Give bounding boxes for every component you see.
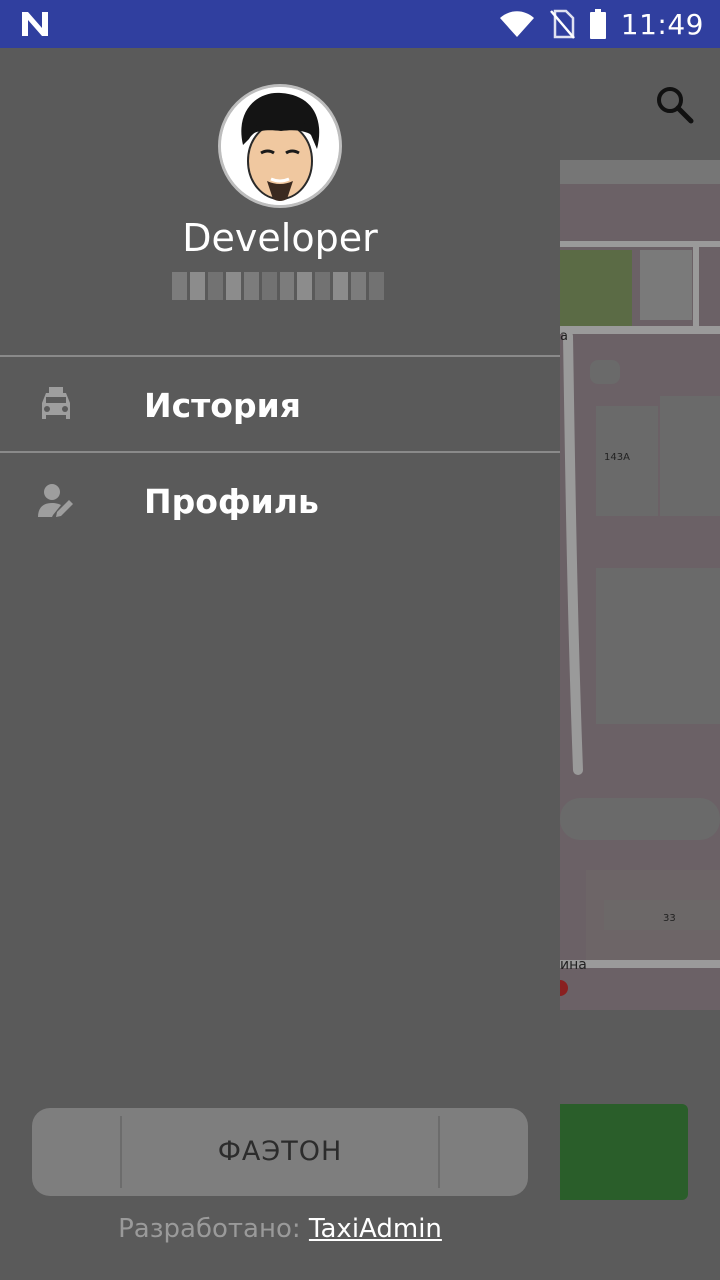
user-name: Developer (182, 216, 378, 260)
avatar[interactable] (218, 84, 342, 208)
battery-icon (589, 9, 606, 39)
search-icon[interactable] (654, 84, 694, 124)
clock: 11:49 (620, 7, 704, 41)
menu-item-history[interactable]: История (0, 358, 560, 452)
user-phone-redacted (172, 272, 385, 300)
notification-n-icon (22, 12, 48, 36)
map-label-143a: 143A (604, 452, 630, 463)
divider (0, 451, 560, 453)
credit-prefix: Разработано: (118, 1214, 309, 1244)
taxiadmin-link[interactable]: TaxiAdmin (309, 1214, 442, 1244)
taxi-car-icon (42, 387, 70, 419)
navigation-drawer: Developer История Профиль ФАЭТОН Разрабо… (0, 48, 560, 1280)
divider (0, 355, 560, 357)
map-street-label-a: а (560, 329, 568, 344)
menu-item-label: Профиль (144, 481, 319, 521)
no-sim-icon (549, 9, 575, 39)
map-street-label-ina: ина (560, 957, 587, 973)
person-edit-icon (38, 484, 73, 517)
menu-item-profile[interactable]: Профиль (0, 454, 560, 548)
developer-credit: Разработано: TaxiAdmin (0, 1214, 560, 1244)
avatar-image (221, 87, 339, 205)
brand-name: ФАЭТОН (217, 1136, 343, 1167)
brand-banner: ФАЭТОН (32, 1108, 528, 1196)
menu-item-label: История (144, 385, 301, 425)
map-label-33: 33 (663, 913, 676, 924)
status-bar: 11:49 (0, 0, 720, 48)
order-button[interactable] (540, 1104, 688, 1200)
wifi-icon (499, 11, 534, 37)
